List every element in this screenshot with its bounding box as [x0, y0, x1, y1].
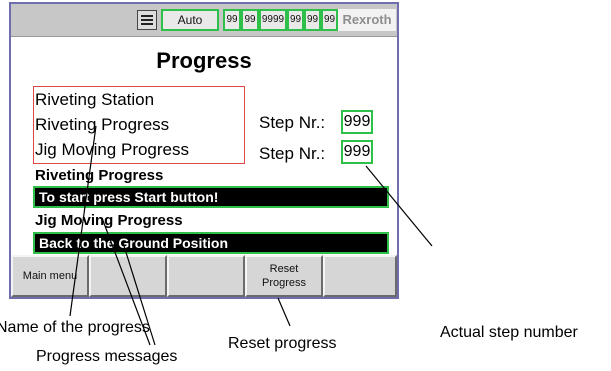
- annotation-actual-step: Actual step number: [440, 324, 578, 341]
- pointer-name-line: [69, 125, 97, 317]
- annotation-reset-progress: Reset progress: [228, 335, 337, 352]
- pointer-step-line: [365, 165, 433, 247]
- annotation-progress-messages: Progress messages: [36, 348, 178, 365]
- annotation-name-of-progress: Name of the progress: [0, 319, 150, 336]
- pointer-reset-line: [277, 297, 291, 327]
- annotation-lines: [69, 125, 433, 346]
